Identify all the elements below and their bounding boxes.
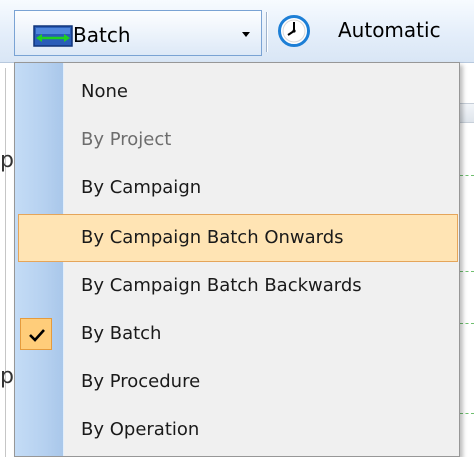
menu-item-by-campaign[interactable]: By Campaign [15,164,459,212]
chevron-down-icon [242,32,250,37]
menu-item-by-project: By Project [15,116,459,164]
menu-item-label: By Batch [81,323,162,344]
menu-item-by-campaign-batch-onwards[interactable]: By Campaign Batch Onwards [18,214,458,262]
checkmark-indicator [20,318,52,350]
menu-item-by-operation[interactable]: By Operation [15,406,459,454]
menu-item-by-batch[interactable]: By Batch [15,310,459,358]
background-grid-line [5,68,6,457]
clock-icon[interactable] [277,14,311,48]
menu-item-label: By Project [81,129,172,150]
menu-item-by-campaign-batch-backwards[interactable]: By Campaign Batch Backwards [15,262,459,310]
checkmark-icon [29,329,45,342]
background-gantt-strip [458,63,474,457]
menu-item-label: None [81,81,128,102]
batch-span-icon [33,25,73,47]
background-header-cell [458,103,474,123]
toolbar: Batch Automatic [0,0,474,63]
toolbar-separator [266,12,268,52]
automatic-label[interactable]: Automatic [338,18,441,42]
menu-item-none[interactable]: None [15,68,459,116]
menu-item-label: By Procedure [81,371,201,392]
background-dashed-line [460,413,474,414]
background-dashed-line [460,271,474,272]
menu-item-label: By Operation [81,419,200,440]
menu-item-label: By Campaign Batch Backwards [81,275,362,296]
background-dashed-line [460,175,474,176]
background-dashed-line [460,323,474,324]
batch-dropdown-button[interactable]: Batch [14,10,262,56]
batch-dropdown-label: Batch [73,23,131,47]
menu-item-label: By Campaign [81,177,202,198]
background-text-fragment: p [0,364,14,389]
batch-grouping-menu: None By Project By Campaign By Campaign … [14,62,460,457]
menu-item-by-procedure[interactable]: By Procedure [15,358,459,406]
background-text-fragment: p [0,148,14,173]
menu-item-label: By Campaign Batch Onwards [81,227,344,248]
